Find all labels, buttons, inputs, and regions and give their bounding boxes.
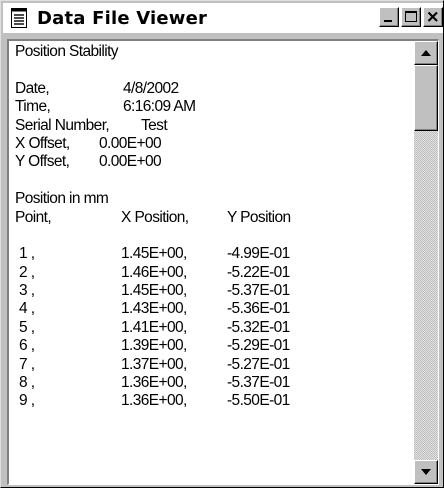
minimize-button[interactable] xyxy=(379,7,399,27)
scroll-down-button[interactable] xyxy=(414,460,438,484)
close-icon xyxy=(427,11,438,22)
row-y-position: -5.37E-01 xyxy=(227,374,290,392)
x-offset-line: X Offset, 0.00E+00 xyxy=(15,135,407,153)
file-text[interactable]: Position Stability Date, 4/8/2002 Time, … xyxy=(15,43,407,483)
file-heading: Position Stability xyxy=(15,43,119,60)
row-point: 6 , xyxy=(19,337,35,355)
row-y-position: -5.29E-01 xyxy=(227,337,290,355)
data-row: 2 , 1.46E+00, -5.22E-01 xyxy=(15,264,407,282)
maximize-button[interactable] xyxy=(401,7,421,27)
serial-value: Test xyxy=(141,116,168,134)
row-y-position: -5.50E-01 xyxy=(227,392,290,410)
row-y-position: -5.27E-01 xyxy=(227,355,290,373)
window-title: Data File Viewer xyxy=(37,7,208,29)
row-point: 7 , xyxy=(19,355,35,373)
scroll-up-button[interactable] xyxy=(414,41,438,65)
time-label: Time, xyxy=(15,98,51,116)
data-row: 9 , 1.36E+00, -5.50E-01 xyxy=(15,392,407,410)
row-x-position: 1.41E+00, xyxy=(121,318,187,336)
x-offset-label: X Offset, xyxy=(15,134,70,152)
scroll-thumb[interactable] xyxy=(414,65,438,131)
row-x-position: 1.36E+00, xyxy=(121,392,187,410)
column-header-y-position: Y Position xyxy=(227,208,291,226)
row-point: 5 , xyxy=(19,318,35,336)
row-x-position: 1.46E+00, xyxy=(121,263,187,281)
data-row: 6 , 1.39E+00, -5.29E-01 xyxy=(15,337,407,355)
row-y-position: -5.36E-01 xyxy=(227,300,290,318)
data-row: 3 , 1.45E+00, -5.37E-01 xyxy=(15,282,407,300)
file-content-view[interactable]: Position Stability Date, 4/8/2002 Time, … xyxy=(7,39,439,485)
serial-label: Serial Number, xyxy=(15,116,110,134)
row-point: 3 , xyxy=(19,282,35,300)
data-row: 7 , 1.37E+00, -5.27E-01 xyxy=(15,356,407,374)
maximize-icon xyxy=(405,11,417,22)
data-row: 8 , 1.36E+00, -5.37E-01 xyxy=(15,374,407,392)
arrow-down-icon xyxy=(421,469,431,475)
data-row: 5 , 1.41E+00, -5.32E-01 xyxy=(15,319,407,337)
document-icon[interactable] xyxy=(9,7,29,29)
row-y-position: -5.37E-01 xyxy=(227,282,290,300)
date-value: 4/8/2002 xyxy=(123,79,179,97)
time-value: 6:16:09 AM xyxy=(123,98,196,116)
title-bar[interactable]: Data File Viewer xyxy=(3,3,443,33)
row-x-position: 1.45E+00, xyxy=(121,245,187,263)
x-offset-value: 0.00E+00 xyxy=(99,134,162,152)
data-file-viewer-window: Data File Viewer Position Stability Date… xyxy=(0,0,444,488)
row-y-position: -4.99E-01 xyxy=(227,245,290,263)
y-offset-value: 0.00E+00 xyxy=(99,153,162,171)
row-point: 1 , xyxy=(19,245,35,263)
row-y-position: -5.32E-01 xyxy=(227,318,290,336)
row-point: 9 , xyxy=(19,392,35,410)
row-point: 4 , xyxy=(19,300,35,318)
row-point: 2 , xyxy=(19,263,35,281)
column-header-point: Point, xyxy=(15,208,52,226)
close-button[interactable] xyxy=(423,7,443,27)
data-row: 4 , 1.43E+00, -5.36E-01 xyxy=(15,300,407,318)
time-line: Time, 6:16:09 AM xyxy=(15,98,407,116)
column-header-row: Point, X Position, Y Position xyxy=(15,209,407,227)
y-offset-line: Y Offset, 0.00E+00 xyxy=(15,153,407,171)
row-x-position: 1.39E+00, xyxy=(121,337,187,355)
row-x-position: 1.36E+00, xyxy=(121,374,187,392)
arrow-up-icon xyxy=(421,50,431,56)
row-x-position: 1.43E+00, xyxy=(121,300,187,318)
data-rows: 1 , 1.45E+00, -4.99E-01 2 , 1.46E+00, -5.22E-… xyxy=(15,245,407,411)
row-y-position: -5.22E-01 xyxy=(227,263,290,281)
vertical-scrollbar[interactable] xyxy=(414,41,438,484)
window-controls xyxy=(377,7,443,27)
minimize-icon xyxy=(384,20,392,22)
serial-line: Serial Number, Test xyxy=(15,117,407,135)
row-point: 8 , xyxy=(19,374,35,392)
date-line: Date, 4/8/2002 xyxy=(15,80,407,98)
y-offset-label: Y Offset, xyxy=(15,153,70,171)
column-header-x-position: X Position, xyxy=(121,208,189,226)
row-x-position: 1.37E+00, xyxy=(121,355,187,373)
date-label: Date, xyxy=(15,79,50,97)
units-line: Position in mm xyxy=(15,190,109,208)
data-row: 1 , 1.45E+00, -4.99E-01 xyxy=(15,245,407,263)
row-x-position: 1.45E+00, xyxy=(121,282,187,300)
